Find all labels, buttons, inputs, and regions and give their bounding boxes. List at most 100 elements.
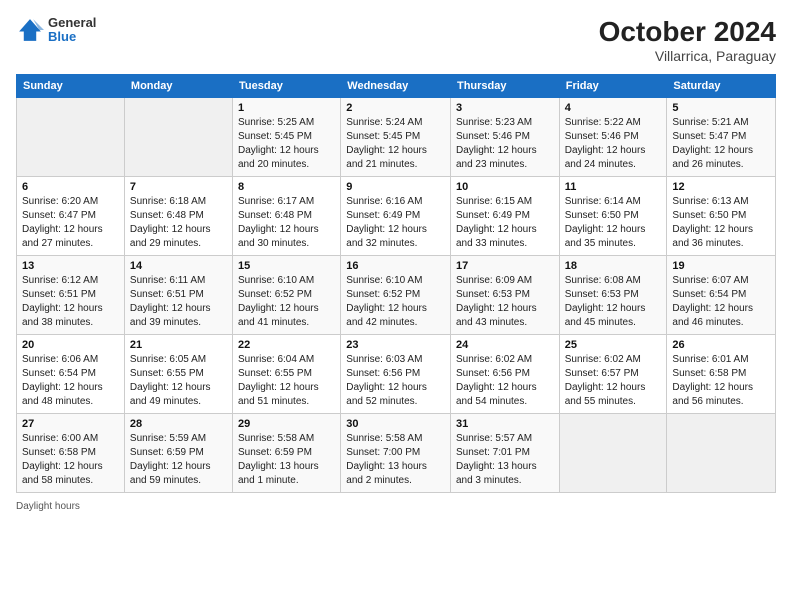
day-number: 6 — [22, 181, 119, 193]
day-number: 30 — [346, 418, 445, 430]
day-number: 28 — [130, 418, 227, 430]
calendar-cell: 4Sunrise: 5:22 AM Sunset: 5:46 PM Daylig… — [559, 98, 667, 177]
month-year-title: October 2024 — [599, 16, 776, 48]
calendar-cell: 25Sunrise: 6:02 AM Sunset: 6:57 PM Dayli… — [559, 335, 667, 414]
day-number: 19 — [672, 260, 770, 272]
day-number: 16 — [346, 260, 445, 272]
day-info: Sunrise: 6:09 AM Sunset: 6:53 PM Dayligh… — [456, 274, 554, 330]
weekday-header-wednesday: Wednesday — [341, 75, 451, 98]
day-number: 7 — [130, 181, 227, 193]
calendar-cell: 31 Sunrise: 5:57 AM Sunset: 7:01 PM Dayli… — [450, 414, 559, 493]
weekday-header-sunday: Sunday — [17, 75, 125, 98]
day-number: 12 — [672, 181, 770, 193]
day-number: 1 — [238, 102, 335, 114]
calendar-cell: 16 Sunrise: 6:10 AM Sunset: 6:52 PM Dayli… — [341, 256, 451, 335]
calendar-cell: 6 Sunrise: 6:20 AM Sunset: 6:47 PM Daylig… — [17, 177, 125, 256]
day-number: 18 — [565, 260, 662, 272]
day-info: Sunrise: 6:02 AM Sunset: 6:57 PM Dayligh… — [565, 353, 662, 409]
calendar-table: SundayMondayTuesdayWednesdayThursdayFrid… — [16, 74, 776, 493]
day-number: 2 — [346, 102, 445, 114]
day-info: Sunrise: 6:04 AM Sunset: 6:55 PM Dayligh… — [238, 353, 335, 409]
day-number: 3 — [456, 102, 554, 114]
weekday-header-monday: Monday — [124, 75, 232, 98]
calendar-header: SundayMondayTuesdayWednesdayThursdayFrid… — [17, 75, 776, 98]
day-info: Sunrise: 6:07 AM Sunset: 6:54 PM Dayligh… — [672, 274, 770, 330]
day-info: Sunrise: 5:23 AM Sunset: 5:46 PM Dayligh… — [456, 116, 554, 172]
day-info: Sunrise: 5:57 AM Sunset: 7:01 PM Dayligh… — [456, 432, 554, 488]
calendar-cell: 26 Sunrise: 6:01 AM Sunset: 6:58 PM Dayli… — [667, 335, 776, 414]
day-info: Sunrise: 6:20 AM Sunset: 6:47 PM Dayligh… — [22, 195, 119, 251]
day-info: Sunrise: 6:00 AM Sunset: 6:58 PM Dayligh… — [22, 432, 119, 488]
calendar-cell: 22 Sunrise: 6:04 AM Sunset: 6:55 PM Dayli… — [233, 335, 341, 414]
day-number: 5 — [672, 102, 770, 114]
calendar-week-3: 13Sunrise: 6:12 AM Sunset: 6:51 PM Dayli… — [17, 256, 776, 335]
weekday-header-row: SundayMondayTuesdayWednesdayThursdayFrid… — [17, 75, 776, 98]
calendar-week-1: 1 Sunrise: 5:25 AM Sunset: 5:45 PM Daylig… — [17, 98, 776, 177]
weekday-header-saturday: Saturday — [667, 75, 776, 98]
page: General Blue October 2024 Villarrica, Pa… — [0, 0, 792, 612]
calendar-cell: 2 Sunrise: 5:24 AM Sunset: 5:45 PM Daylig… — [341, 98, 451, 177]
calendar-cell: 14 Sunrise: 6:11 AM Sunset: 6:51 PM Dayli… — [124, 256, 232, 335]
calendar-cell: 20 Sunrise: 6:06 AM Sunset: 6:54 PM Dayli… — [17, 335, 125, 414]
calendar-cell — [667, 414, 776, 493]
day-number: 11 — [565, 181, 662, 193]
day-info: Sunrise: 6:17 AM Sunset: 6:48 PM Dayligh… — [238, 195, 335, 251]
day-number: 29 — [238, 418, 335, 430]
calendar-cell — [17, 98, 125, 177]
day-info: Sunrise: 6:10 AM Sunset: 6:52 PM Dayligh… — [346, 274, 445, 330]
calendar-cell — [124, 98, 232, 177]
logo-text: General Blue — [48, 16, 96, 45]
calendar-cell: 15Sunrise: 6:10 AM Sunset: 6:52 PM Dayli… — [233, 256, 341, 335]
day-info: Sunrise: 6:11 AM Sunset: 6:51 PM Dayligh… — [130, 274, 227, 330]
calendar-cell: 5 Sunrise: 5:21 AM Sunset: 5:47 PM Daylig… — [667, 98, 776, 177]
day-info: Sunrise: 6:01 AM Sunset: 6:58 PM Dayligh… — [672, 353, 770, 409]
day-number: 9 — [346, 181, 445, 193]
weekday-header-friday: Friday — [559, 75, 667, 98]
calendar-cell: 28 Sunrise: 5:59 AM Sunset: 6:59 PM Dayli… — [124, 414, 232, 493]
day-info: Sunrise: 6:10 AM Sunset: 6:52 PM Dayligh… — [238, 274, 335, 330]
day-info: Sunrise: 6:14 AM Sunset: 6:50 PM Dayligh… — [565, 195, 662, 251]
day-info: Sunrise: 6:18 AM Sunset: 6:48 PM Dayligh… — [130, 195, 227, 251]
day-info: Sunrise: 6:02 AM Sunset: 6:56 PM Dayligh… — [456, 353, 554, 409]
logo-blue: Blue — [48, 30, 96, 44]
calendar-cell: 11 Sunrise: 6:14 AM Sunset: 6:50 PM Dayli… — [559, 177, 667, 256]
day-number: 26 — [672, 339, 770, 351]
day-info: Sunrise: 5:58 AM Sunset: 7:00 PM Dayligh… — [346, 432, 445, 488]
day-number: 17 — [456, 260, 554, 272]
calendar-cell: 10Sunrise: 6:15 AM Sunset: 6:49 PM Dayli… — [450, 177, 559, 256]
daylight-label: Daylight hours — [16, 501, 80, 512]
day-info: Sunrise: 5:24 AM Sunset: 5:45 PM Dayligh… — [346, 116, 445, 172]
day-info: Sunrise: 5:21 AM Sunset: 5:47 PM Dayligh… — [672, 116, 770, 172]
calendar-cell: 13Sunrise: 6:12 AM Sunset: 6:51 PM Dayli… — [17, 256, 125, 335]
footer: Daylight hours — [16, 501, 776, 512]
calendar-cell: 27Sunrise: 6:00 AM Sunset: 6:58 PM Dayli… — [17, 414, 125, 493]
weekday-header-thursday: Thursday — [450, 75, 559, 98]
calendar-cell: 23 Sunrise: 6:03 AM Sunset: 6:56 PM Dayli… — [341, 335, 451, 414]
day-number: 14 — [130, 260, 227, 272]
logo: General Blue — [16, 16, 96, 45]
day-number: 23 — [346, 339, 445, 351]
day-number: 24 — [456, 339, 554, 351]
day-info: Sunrise: 6:16 AM Sunset: 6:49 PM Dayligh… — [346, 195, 445, 251]
logo-icon — [16, 16, 44, 44]
day-info: Sunrise: 5:25 AM Sunset: 5:45 PM Dayligh… — [238, 116, 335, 172]
calendar-cell: 18 Sunrise: 6:08 AM Sunset: 6:53 PM Dayli… — [559, 256, 667, 335]
day-number: 20 — [22, 339, 119, 351]
day-info: Sunrise: 5:59 AM Sunset: 6:59 PM Dayligh… — [130, 432, 227, 488]
day-info: Sunrise: 6:12 AM Sunset: 6:51 PM Dayligh… — [22, 274, 119, 330]
day-info: Sunrise: 6:13 AM Sunset: 6:50 PM Dayligh… — [672, 195, 770, 251]
calendar-cell: 8Sunrise: 6:17 AM Sunset: 6:48 PM Daylig… — [233, 177, 341, 256]
calendar-cell: 3 Sunrise: 5:23 AM Sunset: 5:46 PM Daylig… — [450, 98, 559, 177]
calendar-cell: 17 Sunrise: 6:09 AM Sunset: 6:53 PM Dayli… — [450, 256, 559, 335]
day-info: Sunrise: 6:06 AM Sunset: 6:54 PM Dayligh… — [22, 353, 119, 409]
calendar-week-5: 27Sunrise: 6:00 AM Sunset: 6:58 PM Dayli… — [17, 414, 776, 493]
header: General Blue October 2024 Villarrica, Pa… — [16, 16, 776, 64]
day-number: 21 — [130, 339, 227, 351]
day-number: 31 — [456, 418, 554, 430]
calendar-cell: 1 Sunrise: 5:25 AM Sunset: 5:45 PM Daylig… — [233, 98, 341, 177]
day-number: 22 — [238, 339, 335, 351]
calendar-cell: 29Sunrise: 5:58 AM Sunset: 6:59 PM Dayli… — [233, 414, 341, 493]
calendar-cell: 19 Sunrise: 6:07 AM Sunset: 6:54 PM Dayli… — [667, 256, 776, 335]
day-info: Sunrise: 6:03 AM Sunset: 6:56 PM Dayligh… — [346, 353, 445, 409]
day-info: Sunrise: 6:08 AM Sunset: 6:53 PM Dayligh… — [565, 274, 662, 330]
